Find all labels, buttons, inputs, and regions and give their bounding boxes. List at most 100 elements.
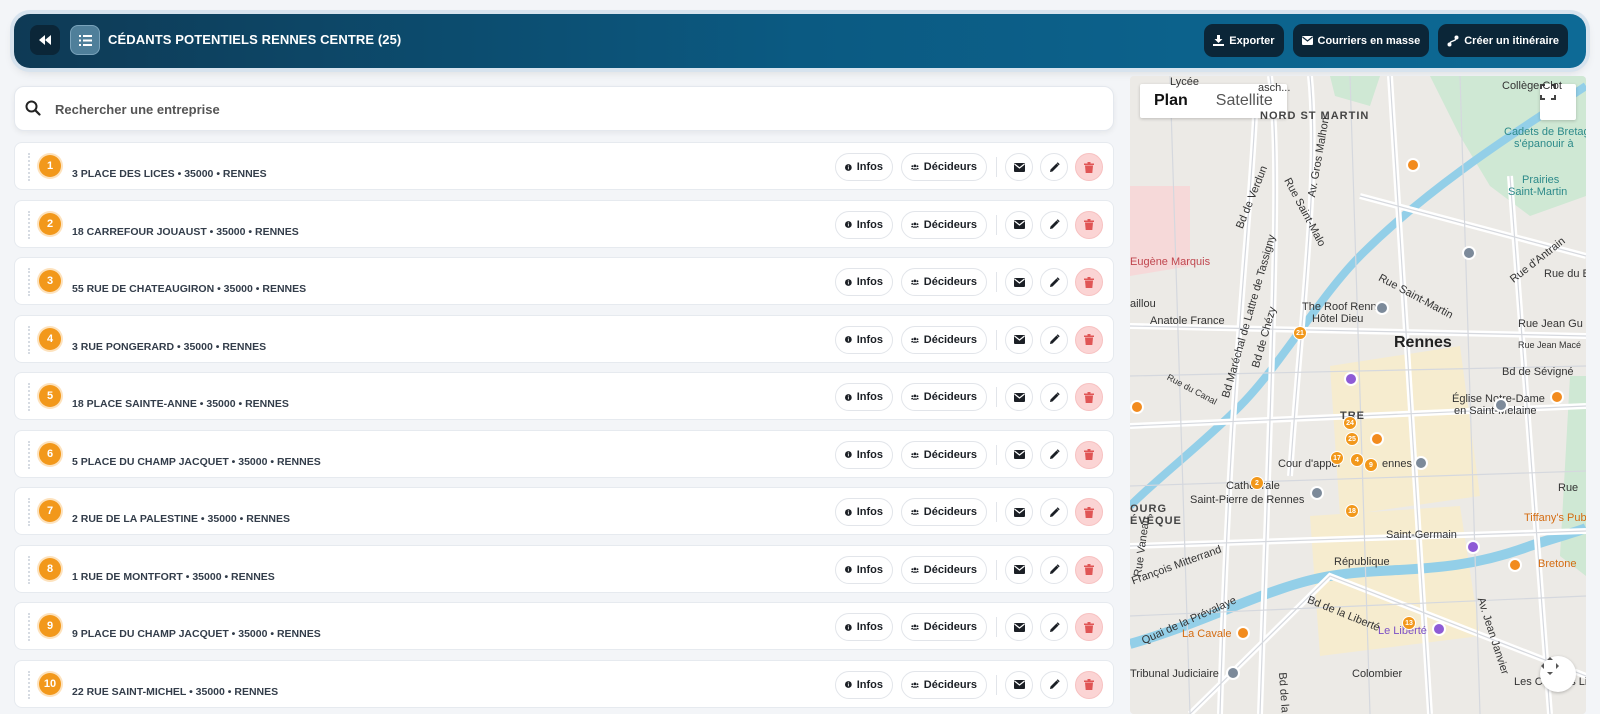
infos-button[interactable]: Infos (835, 440, 893, 469)
list-item[interactable]: 5 18 PLACE SAINTE-ANNE • 35000 • RENNES In… (14, 372, 1114, 420)
send-mail-button[interactable] (1005, 498, 1033, 526)
infos-button[interactable]: Infos (835, 498, 893, 526)
decideurs-button[interactable]: Décideurs (901, 613, 987, 641)
collapse-button[interactable] (30, 25, 60, 55)
restaurant-poi-icon[interactable] (1508, 558, 1522, 572)
list-item[interactable]: 2 18 CARREFOUR JOUAUST • 35000 • RENNES In… (14, 199, 1114, 248)
map-type-plan[interactable]: Plan (1140, 84, 1202, 118)
building-poi-icon[interactable] (1226, 666, 1240, 680)
infos-button[interactable]: Infos (835, 383, 893, 411)
decideurs-button[interactable]: Décideurs (901, 555, 987, 584)
delete-button[interactable] (1075, 268, 1103, 296)
infos-button[interactable]: Infos (835, 555, 893, 584)
send-mail-button[interactable] (1005, 268, 1033, 296)
list-item[interactable]: 7 2 RUE DE LA PALESTINE • 35000 • RENNES I… (14, 487, 1114, 535)
list-item[interactable]: 3 55 RUE DE CHATEAUGIRON • 35000 • RENNES… (14, 257, 1114, 305)
send-mail-button[interactable] (1005, 383, 1033, 411)
delete-button[interactable] (1075, 613, 1103, 641)
edit-button[interactable] (1040, 268, 1068, 296)
decideurs-button[interactable]: Décideurs (901, 325, 987, 354)
send-mail-button[interactable] (1005, 440, 1033, 469)
list-item[interactable]: 10 22 RUE SAINT-MICHEL • 35000 • RENNES In… (14, 659, 1114, 708)
decideurs-button[interactable]: Décideurs (901, 153, 987, 181)
infos-button[interactable]: Infos (835, 268, 893, 296)
museum-poi-icon[interactable] (1344, 372, 1358, 386)
edit-button[interactable] (1040, 613, 1068, 641)
infos-button[interactable]: Infos (835, 670, 893, 699)
map-marker[interactable]: 2 (1250, 476, 1264, 490)
delete-button[interactable] (1075, 498, 1103, 526)
list-item[interactable]: 9 9 PLACE DU CHAMP JACQUET • 35000 • RENN… (14, 602, 1114, 650)
map[interactable]: Plan Satellite Lycée asch... Collège Clo… (1130, 76, 1586, 714)
drag-handle[interactable] (28, 440, 30, 469)
send-mail-button[interactable] (1005, 153, 1033, 181)
export-button[interactable]: Exporter (1204, 24, 1284, 57)
delete-button[interactable] (1075, 210, 1103, 239)
map-pan-control[interactable] (1540, 656, 1576, 692)
infos-button[interactable]: Infos (835, 613, 893, 641)
send-mail-button[interactable] (1005, 613, 1033, 641)
bar-poi-icon[interactable] (1370, 432, 1384, 446)
decideurs-button[interactable]: Décideurs (901, 670, 987, 699)
church-poi-icon[interactable] (1310, 486, 1324, 500)
search-input[interactable] (55, 95, 1095, 123)
decideurs-button[interactable]: Décideurs (901, 210, 987, 239)
edit-button[interactable] (1040, 555, 1068, 584)
school-poi-icon[interactable] (1462, 246, 1476, 260)
edit-button[interactable] (1040, 670, 1068, 699)
restaurant-poi-icon[interactable] (1550, 390, 1564, 404)
delete-button[interactable] (1075, 153, 1103, 181)
drag-handle[interactable] (28, 555, 30, 584)
delete-button[interactable] (1075, 383, 1103, 411)
drag-handle[interactable] (28, 670, 30, 699)
map-marker[interactable]: 25 (1345, 432, 1359, 446)
drag-handle[interactable] (28, 383, 30, 411)
drag-handle[interactable] (28, 325, 30, 354)
restaurant-poi-icon[interactable] (1406, 158, 1420, 172)
drag-handle[interactable] (28, 268, 30, 296)
edit-button[interactable] (1040, 498, 1068, 526)
decideurs-button[interactable]: Décideurs (901, 440, 987, 469)
create-itinerary-button[interactable]: Créer un itinéraire (1438, 24, 1568, 57)
venue-poi-icon[interactable] (1466, 540, 1480, 554)
decideurs-button[interactable]: Décideurs (901, 383, 987, 411)
courthouse-poi-icon[interactable] (1414, 456, 1428, 470)
drag-handle[interactable] (28, 498, 30, 526)
map-marker[interactable]: 17 (1330, 451, 1344, 465)
list-item[interactable]: 4 3 RUE PONGERARD • 35000 • RENNES Infos Dé… (14, 314, 1114, 363)
map-marker[interactable]: 4 (1350, 453, 1364, 467)
map-marker[interactable]: 24 (1343, 416, 1357, 430)
send-mail-button[interactable] (1005, 210, 1033, 239)
mass-mail-button[interactable]: Courriers en masse (1292, 24, 1430, 57)
drag-handle[interactable] (28, 153, 30, 181)
bar-poi-icon[interactable] (1236, 626, 1250, 640)
infos-button[interactable]: Infos (835, 153, 893, 181)
list-item[interactable]: 8 1 RUE DE MONTFORT • 35000 • RENNES Infos… (14, 544, 1114, 593)
infos-button[interactable]: Infos (835, 325, 893, 354)
map-marker[interactable]: 18 (1345, 504, 1359, 518)
map-marker[interactable]: 21 (1293, 326, 1307, 340)
decideurs-button[interactable]: Décideurs (901, 268, 987, 296)
venue-poi-icon[interactable] (1432, 622, 1446, 636)
hotel-poi-icon[interactable] (1375, 301, 1389, 315)
decideurs-button[interactable]: Décideurs (901, 498, 987, 526)
drag-handle[interactable] (28, 613, 30, 641)
map-marker[interactable]: 13 (1402, 616, 1416, 630)
map-marker[interactable]: 9 (1364, 458, 1378, 472)
send-mail-button[interactable] (1005, 670, 1033, 699)
delete-button[interactable] (1075, 555, 1103, 584)
church-poi-icon[interactable] (1494, 398, 1508, 412)
send-mail-button[interactable] (1005, 325, 1033, 354)
edit-button[interactable] (1040, 325, 1068, 354)
delete-button[interactable] (1075, 440, 1103, 469)
list-item[interactable]: 6 5 PLACE DU CHAMP JACQUET • 35000 • RENN… (14, 429, 1114, 478)
infos-button[interactable]: Infos (835, 210, 893, 239)
send-mail-button[interactable] (1005, 555, 1033, 584)
delete-button[interactable] (1075, 325, 1103, 354)
delete-button[interactable] (1075, 670, 1103, 699)
edit-button[interactable] (1040, 210, 1068, 239)
edit-button[interactable] (1040, 440, 1068, 469)
list-item[interactable]: 1 3 PLACE DES LICES • 35000 • RENNES Infos… (14, 142, 1114, 190)
list-view-button[interactable] (70, 25, 100, 55)
drag-handle[interactable] (28, 210, 30, 239)
